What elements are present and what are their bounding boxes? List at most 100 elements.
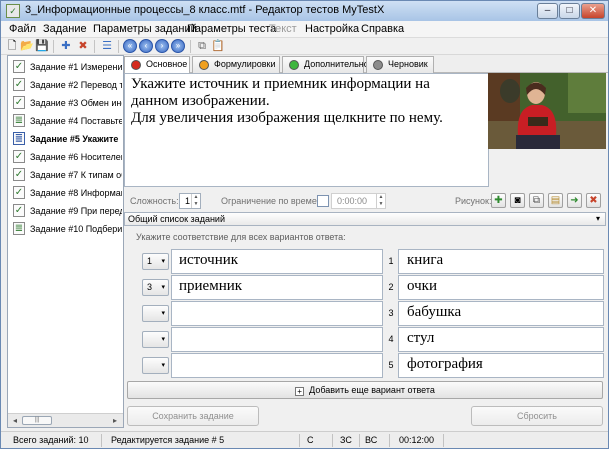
time-limit-field[interactable]: 0:00:00 ▲ ▼	[331, 193, 386, 209]
menu-task-params[interactable]: Параметры заданий	[93, 23, 197, 35]
tree-item-label: Задание #6 Носителем и	[30, 152, 122, 162]
copy-icon[interactable]: ⧉	[195, 39, 209, 53]
match-select-1[interactable]: 1 ▾	[142, 253, 169, 270]
tree-item-task-5[interactable]: ≣ Задание #5 Укажите	[10, 130, 122, 148]
matching-list-icon: ≣	[13, 132, 25, 145]
complexity-label: Сложность:	[130, 196, 179, 206]
tree-item-task-10[interactable]: ≣ Задание #10 Подберите	[10, 220, 122, 238]
tab-formulations[interactable]: Формулировки	[192, 56, 280, 73]
question-image[interactable]	[488, 73, 606, 149]
horizontal-scrollbar[interactable]: ◂ ||| ▸	[8, 413, 123, 427]
right-answer-field-1[interactable]: книга	[398, 249, 604, 274]
tree-item-task-9[interactable]: ✓ Задание #9 При передач	[10, 202, 122, 220]
question-text-editor[interactable]: Укажите источник и приемник информации н…	[124, 73, 489, 187]
app-icon: ✓	[6, 4, 20, 18]
match-select-2[interactable]: 3 ▾	[142, 279, 169, 296]
right-answer-field-2[interactable]: очки	[398, 275, 604, 300]
match-select-4[interactable]: ▾	[142, 331, 169, 348]
tree-item-task-4[interactable]: ≣ Задание #4 Поставьте в	[10, 112, 122, 130]
reset-button[interactable]: Сбросить	[471, 406, 603, 426]
menu-task[interactable]: Задание	[43, 23, 87, 35]
export-image-icon[interactable]: ➜	[567, 193, 582, 208]
right-answer-field-3[interactable]: бабушка	[398, 301, 604, 326]
tree-item-task-7[interactable]: ✓ Задание #7 К типам обр	[10, 166, 122, 184]
left-answer-field-5[interactable]	[171, 353, 383, 378]
grandmother-reading-photo	[488, 73, 606, 149]
tab-draft[interactable]: Черновик	[366, 56, 434, 73]
open-folder-icon[interactable]: 📂	[20, 39, 34, 53]
task-settings-icon[interactable]: ☰	[100, 39, 114, 53]
new-file-icon[interactable]: 🗋	[5, 39, 19, 53]
checkbox-list-icon: ✓	[13, 150, 25, 163]
right-answer-field-4[interactable]: стул	[398, 327, 604, 352]
window-title: 3_Информационные процессы_8 класс.mtf - …	[25, 4, 385, 16]
time-limit-value: 0:00:00	[337, 196, 368, 206]
menu-file[interactable]: Файл	[9, 23, 36, 35]
tab-additional[interactable]: Дополнительно	[282, 56, 369, 73]
app-window: ✓ 3_Информационные процессы_8 класс.mtf …	[0, 0, 609, 449]
tree-item-task-6[interactable]: ✓ Задание #6 Носителем и	[10, 148, 122, 166]
add-variant-label: Добавить еще вариант ответа	[309, 385, 435, 395]
tree-item-label: Задание #10 Подберите	[30, 224, 122, 234]
tree-item-task-3[interactable]: ✓ Задание #3 Обмен инфо	[10, 94, 122, 112]
status-time: 00:12:00	[399, 435, 435, 445]
tab-label: Черновик	[388, 59, 428, 69]
delete-task-icon[interactable]: ✖	[76, 39, 90, 53]
add-image-icon[interactable]: ✚	[491, 193, 506, 208]
left-answer-field-4[interactable]	[171, 327, 383, 352]
right-answer-number: 1	[388, 256, 394, 266]
close-button[interactable]: ✕	[581, 3, 605, 19]
scroll-thumb[interactable]: |||	[22, 416, 52, 425]
menu-test-params[interactable]: Параметры теста	[187, 23, 276, 35]
paste-icon[interactable]: 📋	[211, 39, 225, 53]
title-bar: ✓ 3_Информационные процессы_8 класс.mtf …	[1, 1, 608, 21]
right-answer-number: 3	[388, 308, 394, 318]
tree-item-label: Задание #3 Обмен инфо	[30, 98, 122, 108]
match-select-5[interactable]: ▾	[142, 357, 169, 374]
task-tree[interactable]: ✓ Задание #1 Измерение т ✓ Задание #2 Пе…	[7, 55, 124, 428]
match-select-3[interactable]: ▾	[142, 305, 169, 322]
tab-main[interactable]: Основное	[124, 56, 190, 73]
maximize-button[interactable]: □	[559, 3, 580, 19]
scroll-left-icon[interactable]: ◂	[9, 415, 21, 426]
complexity-value: 1	[185, 196, 191, 206]
delete-image-icon[interactable]: ✖	[586, 193, 601, 208]
left-answer-field-2[interactable]: приемник	[171, 275, 383, 300]
ordered-list-icon: ≣	[13, 222, 25, 235]
right-answer-field-5[interactable]: фотография	[398, 353, 604, 378]
tree-item-task-1[interactable]: ✓ Задание #1 Измерение т	[10, 58, 122, 76]
menu-settings[interactable]: Настройка	[305, 23, 359, 35]
menu-text[interactable]: Текст	[269, 23, 297, 35]
next-task-icon[interactable]: ›	[155, 39, 169, 53]
spinner-arrows-icon[interactable]: ▲ ▼	[191, 194, 200, 208]
tree-item-task-8[interactable]: ✓ Задание #8 Информацис	[10, 184, 122, 202]
save-task-button[interactable]: Сохранить задание	[127, 406, 259, 426]
minimize-button[interactable]: –	[537, 3, 558, 19]
scroll-right-icon[interactable]: ▸	[109, 415, 121, 426]
save-icon[interactable]: 💾	[35, 39, 49, 53]
task-list-dropdown[interactable]: Общий список заданий ▾	[124, 212, 606, 226]
left-answer-field-3[interactable]	[171, 301, 383, 326]
last-task-icon[interactable]: »	[171, 39, 185, 53]
menu-help[interactable]: Справка	[361, 23, 404, 35]
tree-item-label: Задание #1 Измерение т	[30, 62, 122, 72]
first-task-icon[interactable]: «	[123, 39, 137, 53]
toolbar-separator	[53, 40, 54, 53]
status-separator	[359, 434, 360, 447]
toolbar: 🗋 📂 💾 ✚ ✖ ☰ « ‹ › » ⧉ 📋	[1, 38, 608, 55]
tree-item-label: Задание #4 Поставьте в	[30, 116, 122, 126]
time-limit-checkbox[interactable]	[317, 195, 329, 207]
chevron-down-icon: ▾	[161, 362, 165, 369]
copy-image-icon[interactable]: ⧉	[529, 193, 544, 208]
paste-image-icon[interactable]: ▤	[548, 193, 563, 208]
camera-icon[interactable]: ◙	[510, 193, 525, 208]
status-separator	[443, 434, 444, 447]
spinner-arrows-icon[interactable]: ▲ ▼	[376, 194, 385, 208]
complexity-spinner[interactable]: 1 ▲ ▼	[179, 193, 201, 209]
add-variant-button[interactable]: + Добавить еще вариант ответа	[127, 381, 603, 399]
total-tasks-status: Всего заданий: 10	[13, 435, 89, 445]
add-task-icon[interactable]: ✚	[59, 39, 73, 53]
tree-item-task-2[interactable]: ✓ Задание #2 Перевод тек	[10, 76, 122, 94]
left-answer-field-1[interactable]: источник	[171, 249, 383, 274]
previous-task-icon[interactable]: ‹	[139, 39, 153, 53]
